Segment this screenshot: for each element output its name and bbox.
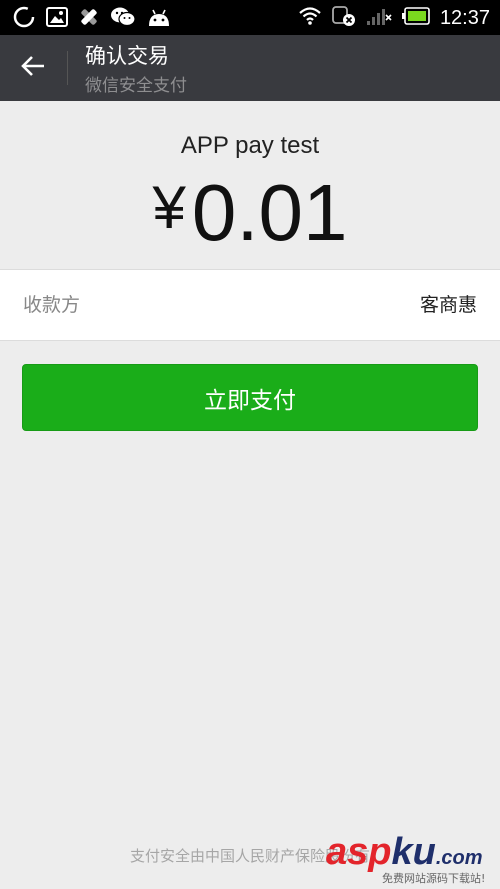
data-disabled-icon <box>332 5 356 31</box>
back-arrow-icon <box>20 55 46 81</box>
page-title: 确认交易 <box>85 44 169 68</box>
signal-icon <box>366 6 392 30</box>
wechat-icon <box>110 6 136 32</box>
status-time: 12:37 <box>439 7 490 29</box>
amount-value: 0.01 <box>191 168 348 257</box>
tools-icon <box>78 6 100 32</box>
image-icon <box>46 7 68 31</box>
payee-label: 收款方 <box>23 294 81 316</box>
loading-icon <box>12 5 36 33</box>
page-subtitle: 微信安全支付 <box>85 76 187 96</box>
battery-icon <box>401 7 430 29</box>
watermark-asp: asp <box>326 831 392 873</box>
wifi-icon <box>298 6 322 30</box>
status-bar-right: 12:37 <box>298 5 490 31</box>
payee-value: 客商惠 <box>419 294 477 316</box>
status-bar: 12:37 <box>0 0 500 35</box>
payee-row: 收款方 客商惠 <box>0 269 500 341</box>
app-header: 确认交易 微信安全支付 <box>0 35 500 101</box>
header-divider <box>67 51 68 85</box>
product-name: APP pay test <box>180 132 320 159</box>
back-button[interactable] <box>16 53 50 83</box>
payment-amount: ¥0.01 <box>0 168 500 258</box>
watermark-subtitle: 免费网站源码下载站! <box>382 872 486 885</box>
status-bar-left <box>12 5 172 33</box>
currency-symbol: ¥ <box>152 174 186 241</box>
pay-now-button[interactable]: 立即支付 <box>22 364 478 431</box>
watermark-com: .com <box>435 847 483 869</box>
watermark-logo: aspku.com 免费网站源码下载站! <box>326 831 494 885</box>
android-icon <box>146 6 172 32</box>
watermark-ku: ku <box>391 831 436 873</box>
